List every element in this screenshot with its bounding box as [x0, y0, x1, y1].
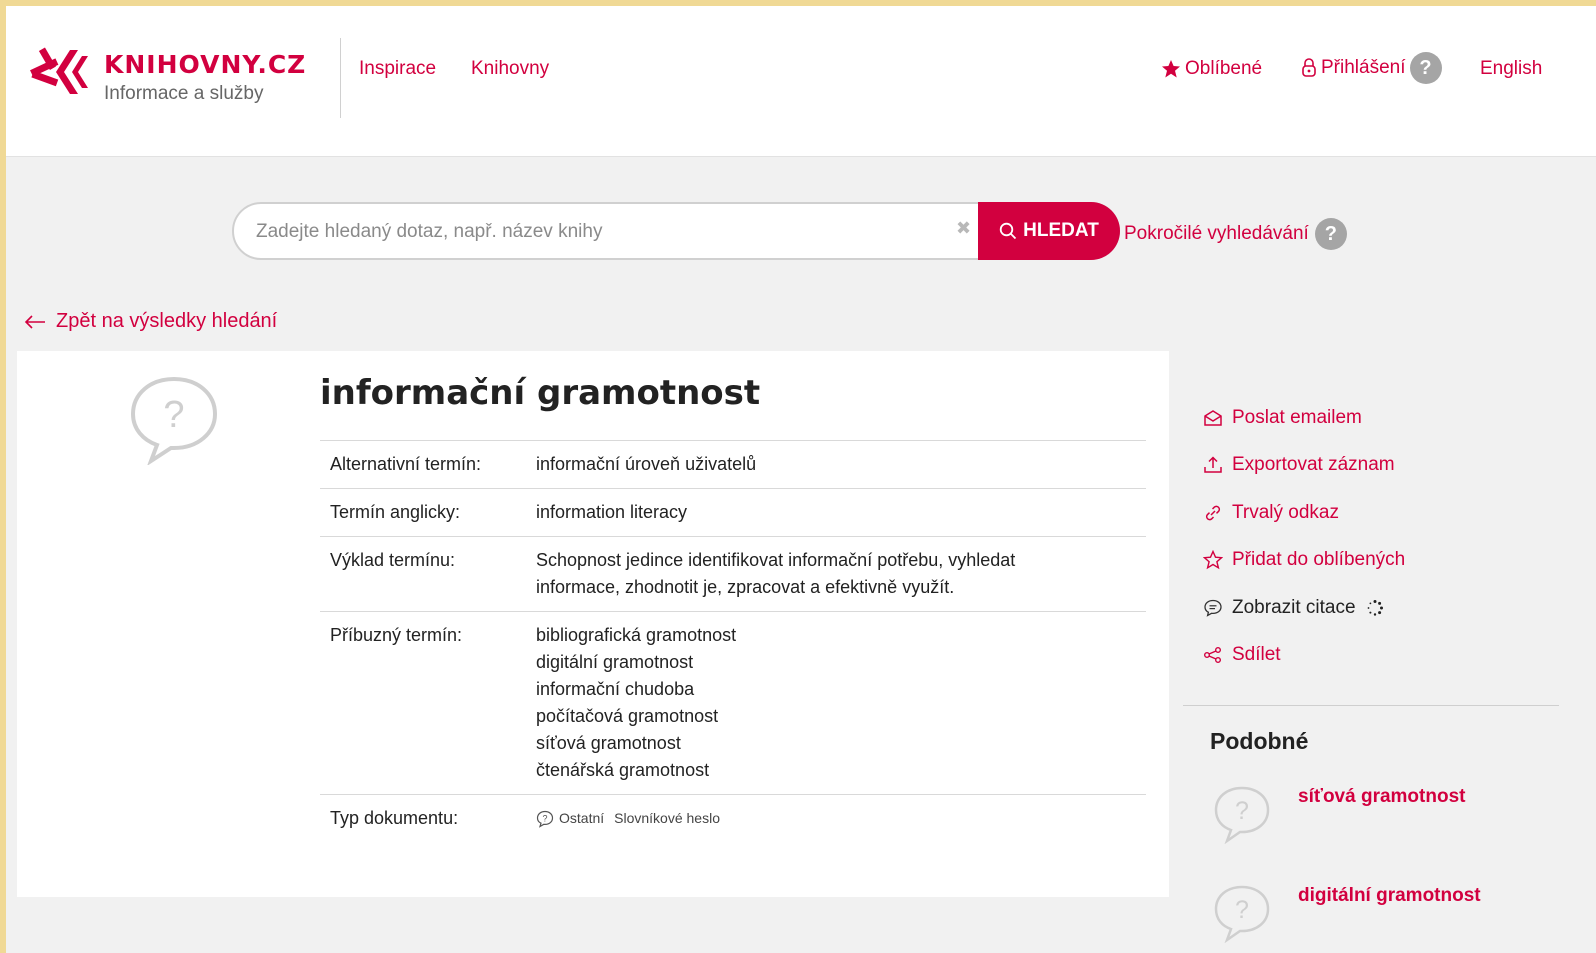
- record-card: ? informační gramotnost Alternativní ter…: [17, 351, 1169, 897]
- field-label: Alternativní termín:: [330, 454, 482, 474]
- similar-section-title: Podobné: [1210, 728, 1309, 754]
- related-terms-list: bibliografická gramotnost digitální gram…: [526, 612, 1146, 795]
- show-citations-action[interactable]: Zobrazit citace: [1203, 584, 1405, 632]
- field-value: information literacy: [536, 502, 688, 522]
- language-switch[interactable]: English: [1480, 58, 1542, 80]
- table-row: Typ dokumentu: ? Ostatní Slovníkové hesl…: [320, 794, 1146, 843]
- login-help-icon[interactable]: ?: [1409, 52, 1442, 84]
- related-term[interactable]: čtenářská gramotnost: [536, 757, 1136, 784]
- search-bar: ✖ HLEDAT: [232, 202, 1120, 260]
- action-label: Přidat do oblíbených: [1232, 549, 1406, 571]
- related-term[interactable]: síťová gramotnost: [536, 730, 1136, 757]
- favorites-link[interactable]: Oblíbené: [1161, 58, 1262, 80]
- field-label: Termín anglicky:: [330, 502, 461, 522]
- logo-title: KNIHOVNY.CZ: [104, 50, 307, 79]
- quote-bubble-icon: [1204, 599, 1222, 617]
- share-action[interactable]: Sdílet: [1203, 632, 1405, 680]
- speech-bubble-question-icon: ?: [536, 810, 554, 828]
- related-term[interactable]: bibliografická gramotnost: [536, 622, 1136, 649]
- svg-text:?: ?: [1235, 797, 1249, 825]
- nav-link-inspirace[interactable]: Inspirace: [359, 58, 436, 80]
- record-details-table: Alternativní termín: informační úroveň u…: [320, 440, 1146, 842]
- table-row: Příbuzný termín: bibliografická gramotno…: [320, 611, 1146, 795]
- document-type-label: Ostatní: [559, 810, 605, 826]
- search-button-label: HLEDAT: [1023, 220, 1099, 241]
- export-record-action[interactable]: Exportovat záznam: [1203, 442, 1405, 490]
- action-label: Exportovat záznam: [1232, 454, 1395, 476]
- field-label: Příbuzný termín:: [330, 625, 463, 645]
- search-input[interactable]: [256, 214, 946, 250]
- related-term[interactable]: počítačová gramotnost: [536, 703, 1136, 730]
- record-actions: Poslat emailem Exportovat záznam Trvalý …: [1203, 394, 1405, 679]
- field-value: ? Ostatní Slovníkové heslo: [526, 795, 1146, 843]
- lock-icon: [1302, 58, 1316, 77]
- document-subtype-label: Slovníkové heslo: [614, 810, 720, 826]
- site-logo[interactable]: KNIHOVNY.CZ Informace a služby: [30, 40, 310, 110]
- related-term[interactable]: informační chudoba: [536, 676, 1136, 703]
- header-divider: [340, 38, 341, 118]
- svg-text:?: ?: [163, 394, 184, 436]
- field-label: Typ dokumentu:: [330, 808, 459, 828]
- similar-item-label[interactable]: síťová gramotnost: [1298, 786, 1465, 808]
- action-label: Zobrazit citace: [1232, 596, 1356, 618]
- advanced-search-label: Pokročilé vyhledávání: [1124, 223, 1309, 244]
- field-value: informační úroveň uživatelů: [536, 454, 757, 474]
- action-label: Poslat emailem: [1232, 406, 1362, 428]
- document-type: ? Ostatní Slovníkové heslo: [536, 805, 1136, 832]
- page: KNIHOVNY.CZ Informace a služby Inspirace…: [6, 6, 1596, 953]
- logo-tagline: Informace a služby: [104, 83, 264, 104]
- share-icon: [1204, 647, 1221, 664]
- permalink-action[interactable]: Trvalý odkaz: [1203, 489, 1405, 537]
- record-title: informační gramotnost: [320, 373, 761, 413]
- clear-search-icon[interactable]: ✖: [956, 218, 971, 239]
- nav-link-knihovny[interactable]: Knihovny: [471, 58, 549, 80]
- back-to-results-label: Zpět na výsledky hledání: [56, 310, 278, 332]
- star-outline-icon: [1203, 550, 1223, 570]
- advanced-search-help-icon[interactable]: ?: [1314, 218, 1347, 250]
- table-row: Termín anglicky: information literacy: [320, 488, 1146, 537]
- field-value: Schopnost jedince identifikovat informač…: [536, 550, 1016, 597]
- add-to-favorites-action[interactable]: Přidat do oblíbených: [1203, 537, 1405, 585]
- speech-bubble-question-icon: ?: [1214, 786, 1270, 844]
- login-label: Přihlášení: [1321, 57, 1406, 78]
- action-label: Trvalý odkaz: [1232, 501, 1339, 523]
- field-label: Výklad termínu:: [330, 550, 456, 570]
- svg-text:?: ?: [542, 813, 547, 823]
- search-icon: [999, 222, 1017, 240]
- speech-bubble-question-icon: ?: [130, 376, 218, 465]
- send-email-action[interactable]: Poslat emailem: [1203, 394, 1405, 442]
- login-link[interactable]: Přihlášení ?: [1301, 52, 1442, 84]
- knihovny-logo-icon: [30, 47, 88, 94]
- site-header: KNIHOVNY.CZ Informace a služby Inspirace…: [6, 6, 1596, 157]
- table-row: Alternativní termín: informační úroveň u…: [320, 440, 1146, 489]
- favorites-label: Oblíbené: [1185, 58, 1263, 79]
- similar-item[interactable]: ? síťová gramotnost: [1212, 784, 1572, 854]
- similar-item-label[interactable]: digitální gramotnost: [1298, 885, 1481, 907]
- search-button[interactable]: HLEDAT: [978, 202, 1120, 260]
- sidebar-divider: [1183, 705, 1559, 706]
- arrow-left-icon: [24, 314, 45, 329]
- table-row: Výklad termínu: Schopnost jedince identi…: [320, 536, 1146, 612]
- link-icon: [1205, 505, 1221, 521]
- action-label: Sdílet: [1232, 644, 1281, 666]
- speech-bubble-question-icon: ?: [1214, 885, 1270, 943]
- export-icon: [1204, 456, 1222, 473]
- advanced-search-link[interactable]: Pokročilé vyhledávání ?: [1124, 218, 1347, 250]
- similar-item[interactable]: ? digitální gramotnost: [1212, 883, 1572, 953]
- svg-text:?: ?: [1235, 896, 1249, 924]
- back-to-results-link[interactable]: Zpět na výsledky hledání: [24, 310, 277, 333]
- related-term[interactable]: digitální gramotnost: [536, 649, 1136, 676]
- envelope-icon: [1204, 409, 1222, 426]
- loading-spinner-icon: [1367, 599, 1383, 616]
- star-icon: [1162, 60, 1180, 78]
